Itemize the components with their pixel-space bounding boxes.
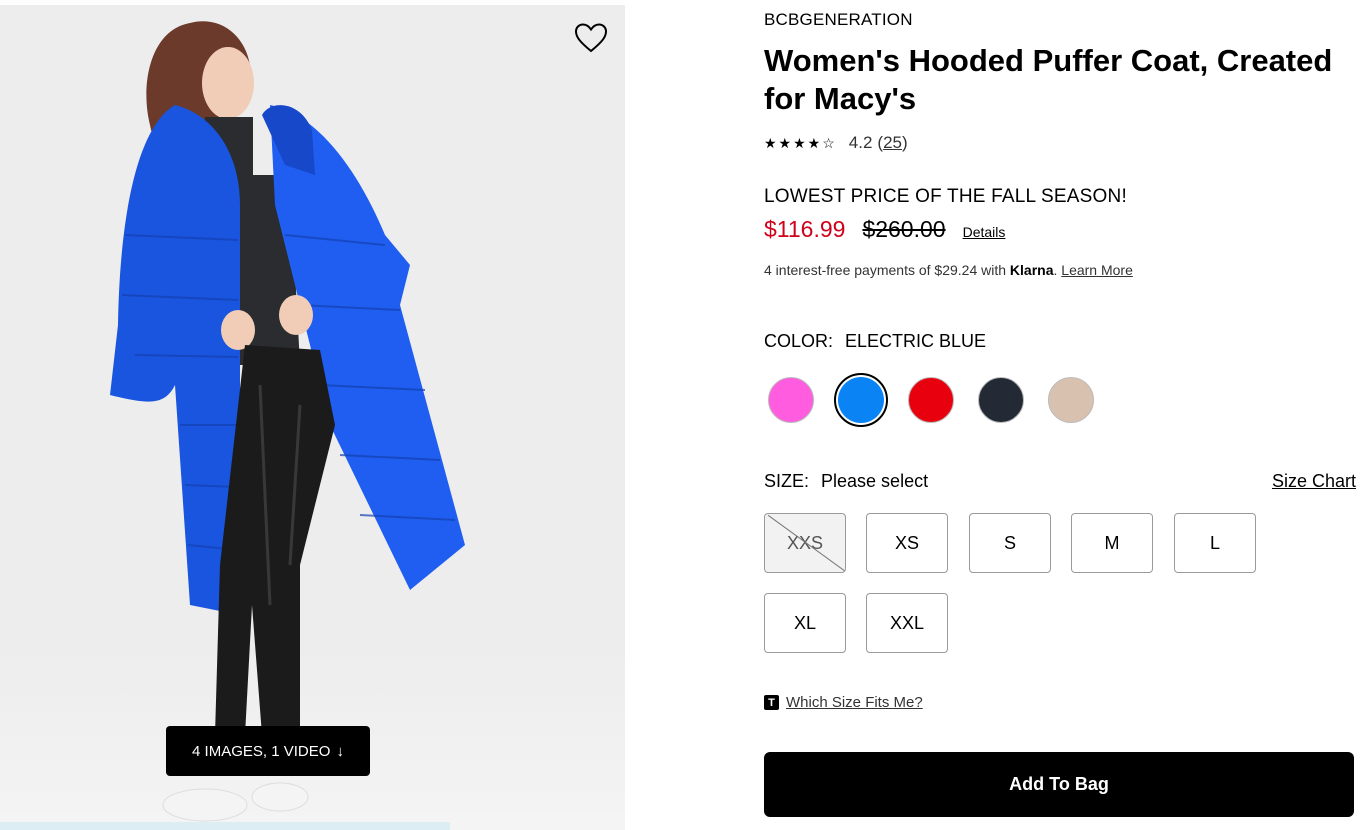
size-option-label: XXL — [889, 612, 925, 633]
media-count-label: 4 IMAGES, 1 VIDEO — [192, 742, 331, 760]
rating-summary[interactable]: ★★★★☆ 4.2 (25) — [764, 133, 908, 153]
size-option-xxs[interactable]: XXS — [764, 513, 846, 573]
unavailable-slash — [767, 514, 845, 572]
price-details-link[interactable]: Details — [963, 224, 1006, 240]
color-swatch-fill — [908, 377, 954, 423]
color-label: COLOR: ELECTRIC BLUE — [764, 331, 986, 352]
review-count-link[interactable]: 25 — [883, 133, 902, 153]
size-option-label: M — [1104, 532, 1120, 553]
color-swatch-beige[interactable] — [1044, 373, 1098, 427]
size-label: SIZE: Please select — [764, 471, 928, 492]
rating-close-paren: ) — [902, 133, 908, 152]
color-swatch-electric-blue[interactable] — [834, 373, 888, 427]
size-chart-link[interactable]: Size Chart — [1272, 471, 1356, 492]
color-swatch-fill — [838, 377, 884, 423]
heart-outline-icon — [574, 23, 608, 53]
size-option-label: XL — [793, 612, 817, 633]
product-image-panel: 4 IMAGES, 1 VIDEO ↓ — [0, 5, 625, 830]
klarna-text: 4 interest-free payments of $29.24 with — [764, 262, 1010, 278]
add-to-bag-button[interactable]: Add To Bag — [764, 752, 1354, 817]
size-option-xs[interactable]: XS — [866, 513, 948, 573]
star-rating-icon: ★★★★☆ — [764, 134, 837, 151]
size-option-label: L — [1209, 532, 1220, 553]
which-size-link[interactable]: Which Size Fits Me? — [786, 694, 923, 711]
size-option-l[interactable]: L — [1174, 513, 1256, 573]
size-option-label: XS — [894, 532, 919, 553]
rating-value: 4.2 — [848, 133, 873, 152]
selected-color: ELECTRIC BLUE — [845, 331, 987, 351]
klarna-installments: 4 interest-free payments of $29.24 with … — [764, 262, 1133, 278]
sale-price: $116.99 — [764, 216, 846, 242]
color-swatch-fill — [768, 377, 814, 423]
brand-link[interactable]: BCBGENERATION — [764, 10, 913, 30]
color-swatch-fill — [1048, 377, 1094, 423]
arrow-down-icon: ↓ — [336, 742, 344, 760]
size-option-label: S — [1003, 532, 1016, 553]
product-title: Women's Hooded Puffer Coat, Created for … — [764, 43, 1333, 116]
size-fit-helper[interactable]: T Which Size Fits Me? — [764, 694, 923, 711]
size-option-xl[interactable]: XL — [764, 593, 846, 653]
selected-size: Please select — [821, 471, 929, 491]
size-option-m[interactable]: M — [1071, 513, 1153, 573]
klarna-learn-more-link[interactable]: Learn More — [1061, 262, 1133, 278]
price-block: $116.99 $260.00 Details — [764, 216, 1005, 243]
truefit-icon: T — [764, 695, 779, 710]
klarna-logo: Klarna — [1009, 262, 1054, 278]
color-label-text: COLOR: — [764, 331, 834, 351]
size-option-s[interactable]: S — [969, 513, 1051, 573]
color-swatch-pink[interactable] — [764, 373, 818, 427]
favorite-button[interactable] — [574, 22, 608, 54]
size-option-xxl[interactable]: XXL — [866, 593, 948, 653]
promo-banner: LOWEST PRICE OF THE FALL SEASON! — [764, 186, 1127, 207]
original-price: $260.00 — [862, 216, 946, 242]
color-swatch-fill — [978, 377, 1024, 423]
color-swatches — [764, 373, 1114, 427]
color-swatch-navy[interactable] — [974, 373, 1028, 427]
media-count-button[interactable]: 4 IMAGES, 1 VIDEO ↓ — [166, 726, 370, 776]
color-swatch-red[interactable] — [904, 373, 958, 427]
model-wearing-coat-photo — [110, 21, 465, 822]
size-label-text: SIZE: — [764, 471, 810, 491]
